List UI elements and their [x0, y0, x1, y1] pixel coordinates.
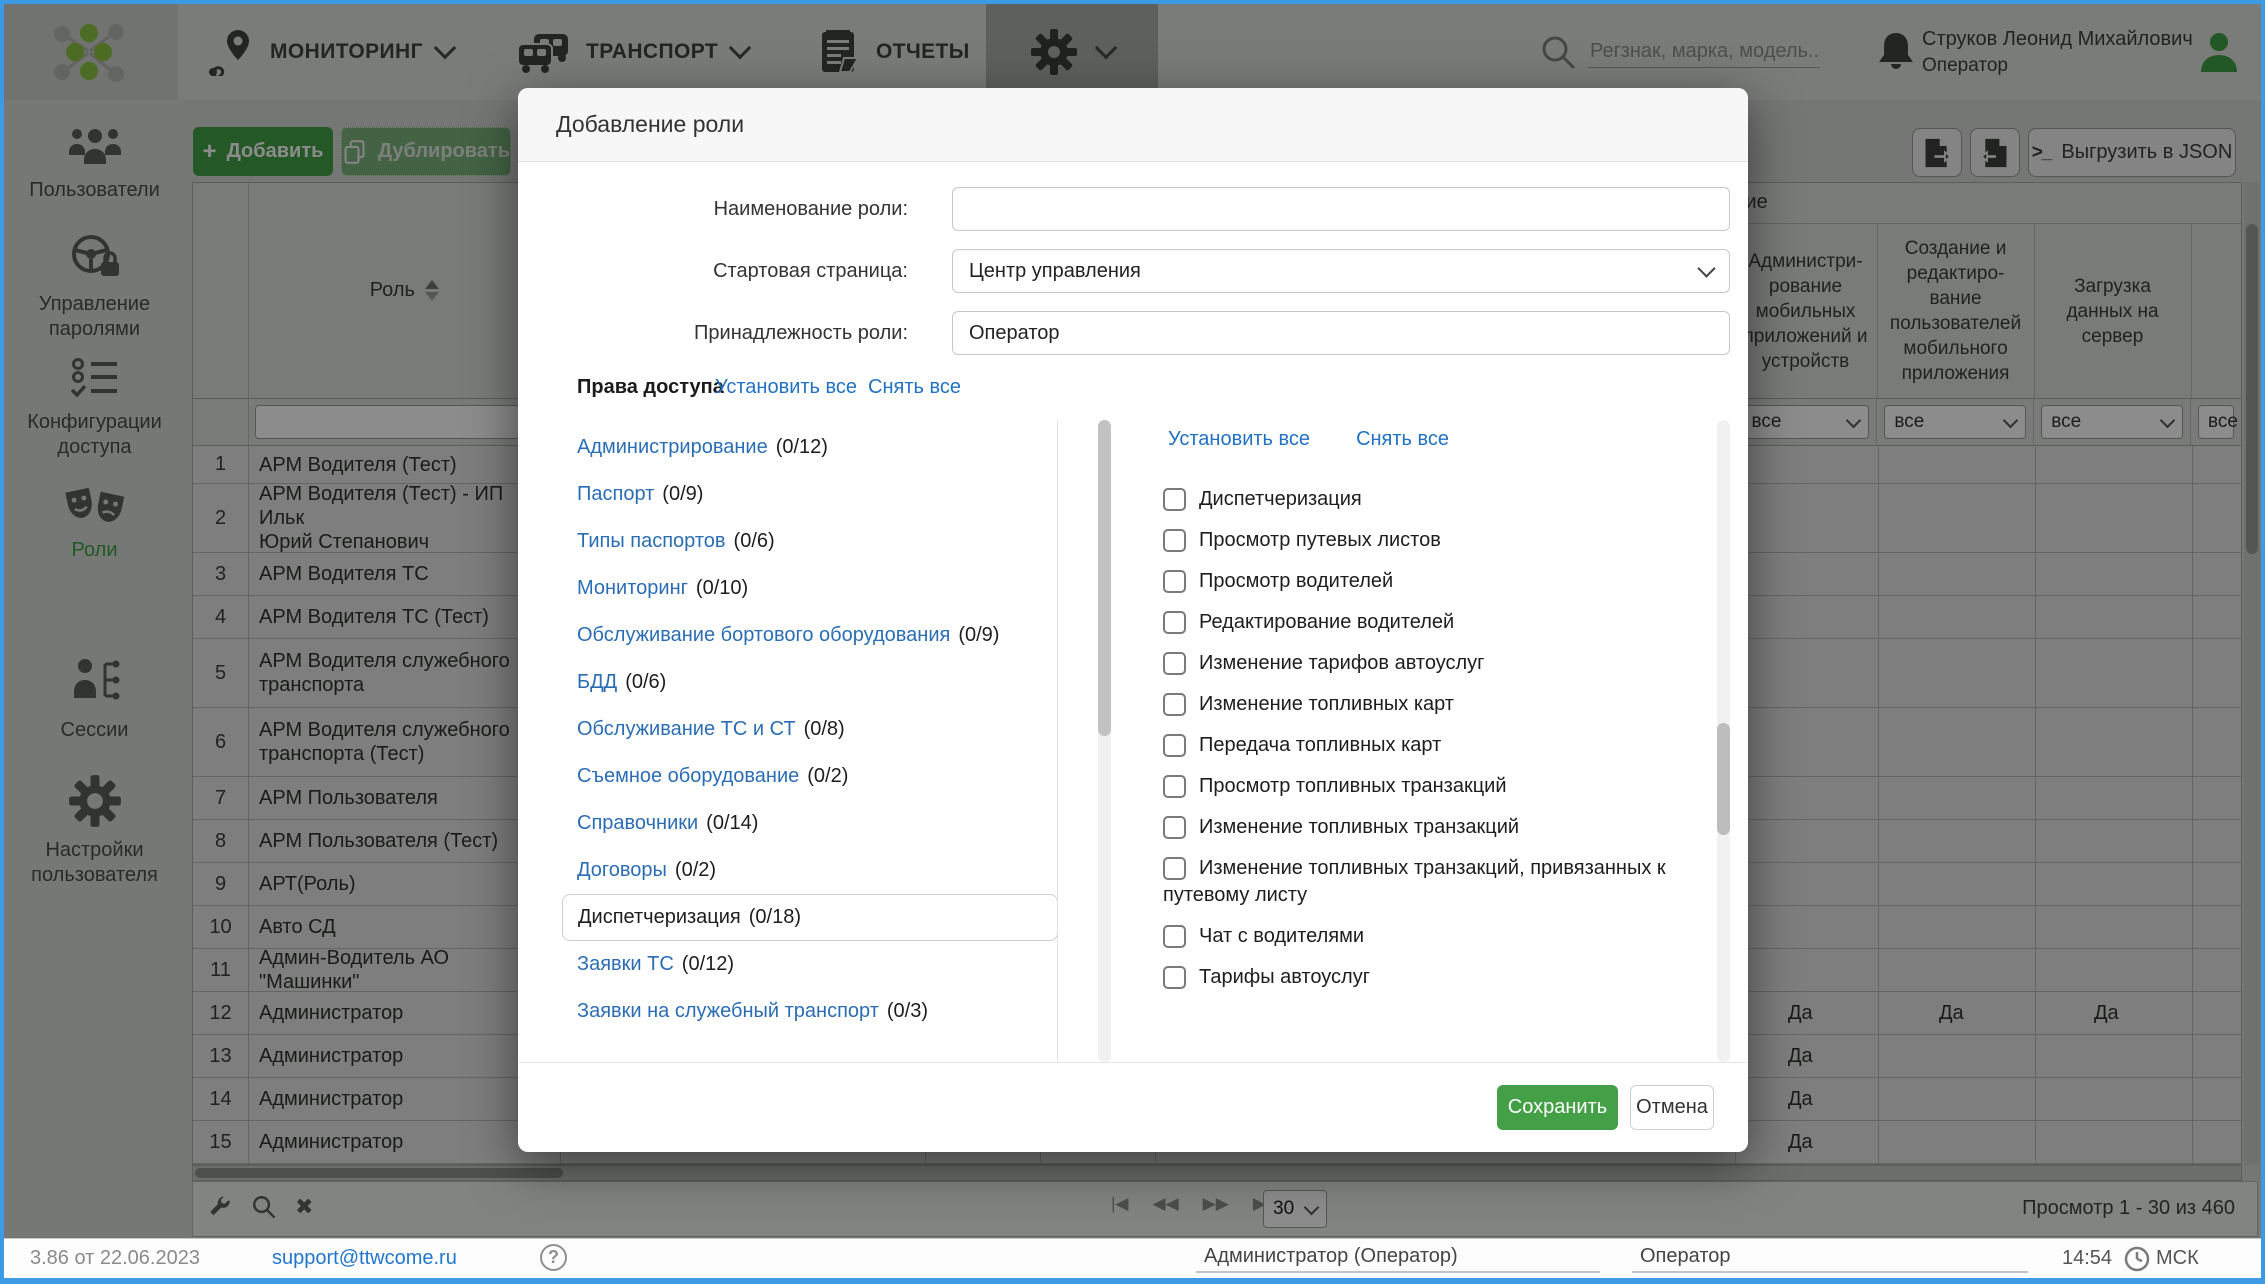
start-page-value: Центр управления [969, 260, 1141, 283]
support-email-link[interactable]: support@ttwcome.ru [272, 1247, 457, 1270]
rights-category-list: Администрирование(0/12) Паспорт(0/9) Тип… [562, 424, 1058, 1035]
permission-item[interactable]: Изменение топливных карт [1163, 691, 1711, 718]
category-item[interactable]: Мониторинг(0/10) [562, 565, 1058, 612]
version-label: 3.86 от 22.06.2023 [30, 1247, 200, 1270]
footer-divider [518, 1062, 1748, 1063]
category-item[interactable]: Заявки ТС(0/12) [562, 941, 1058, 988]
dialog-title: Добавление роли [518, 88, 1748, 162]
window-frame-left [0, 0, 4, 1284]
role-ownership-label: Принадлежность роли: [578, 322, 908, 345]
checkbox[interactable] [1163, 966, 1186, 989]
category-item[interactable]: Паспорт(0/9) [562, 471, 1058, 518]
checkbox[interactable] [1163, 857, 1186, 880]
permission-item[interactable]: Диспетчеризация [1163, 486, 1711, 513]
add-role-dialog: Добавление роли Наименование роли: Старт… [518, 88, 1748, 1152]
category-item[interactable]: Съемное оборудование(0/2) [562, 753, 1058, 800]
permission-item[interactable]: Редактирование водителей [1163, 609, 1711, 636]
status-role-field[interactable]: Администратор (Оператор) [1196, 1242, 1600, 1273]
permission-item[interactable]: Просмотр водителей [1163, 568, 1711, 595]
permissions-scrollbar[interactable] [1717, 420, 1730, 1062]
checkbox[interactable] [1163, 611, 1186, 634]
permission-item[interactable]: Просмотр путевых листов [1163, 527, 1711, 554]
checkbox[interactable] [1163, 652, 1186, 675]
status-timezone: МСК [2156, 1247, 2199, 1270]
status-operator-field[interactable]: Оператор [1632, 1242, 2028, 1273]
permission-item[interactable]: Передача топливных карт [1163, 732, 1711, 759]
category-item[interactable]: Типы паспортов(0/6) [562, 518, 1058, 565]
permission-item[interactable]: Просмотр топливных транзакций [1163, 773, 1711, 800]
permission-item[interactable]: Изменение топливных транзакций, привязан… [1163, 855, 1711, 909]
category-item[interactable]: Договоры(0/2) [562, 847, 1058, 894]
checkbox[interactable] [1163, 775, 1186, 798]
category-item[interactable]: БДД(0/6) [562, 659, 1058, 706]
checkbox[interactable] [1163, 529, 1186, 552]
set-all-categories-link[interactable]: Установить все [715, 376, 857, 399]
permission-item[interactable]: Тарифы автоуслуг [1163, 964, 1711, 991]
permissions-list: Диспетчеризация Просмотр путевых листов … [1163, 486, 1711, 991]
panel-divider [1057, 420, 1058, 1062]
checkbox[interactable] [1163, 925, 1186, 948]
status-time: 14:54 [2062, 1247, 2112, 1270]
chevron-down-icon [1697, 259, 1715, 277]
scrollbar-thumb[interactable] [1098, 420, 1111, 736]
window-frame-top [0, 0, 2265, 4]
window-frame-bottom [0, 1278, 2265, 1284]
role-name-label: Наименование роли: [578, 198, 908, 221]
category-item[interactable]: Обслуживание бортового оборудования(0/9) [562, 612, 1058, 659]
app-screen: МОНИТОРИНГ ТРАНСПОРТ ОТЧЕТЫ [0, 0, 2265, 1284]
clock-icon [2124, 1246, 2150, 1277]
checkbox[interactable] [1163, 734, 1186, 757]
category-item[interactable]: Обслуживание ТС и СТ(0/8) [562, 706, 1058, 753]
window-frame-right [2261, 0, 2265, 1284]
status-b ar: 3.86 от 22.06.2023 support@ttwcome.ru ? … [0, 1238, 2265, 1279]
category-item-selected[interactable]: Диспетчеризация(0/18) [562, 894, 1058, 941]
permission-item[interactable]: Изменение тарифов автоуслуг [1163, 650, 1711, 677]
help-icon[interactable]: ? [540, 1244, 567, 1271]
permission-item[interactable]: Изменение топливных транзакций [1163, 814, 1711, 841]
checkbox[interactable] [1163, 816, 1186, 839]
category-scrollbar[interactable] [1098, 420, 1111, 1062]
unset-all-categories-link[interactable]: Снять все [868, 376, 961, 399]
checkbox[interactable] [1163, 693, 1186, 716]
tab-access-rights[interactable]: Права доступа [577, 376, 724, 399]
checkbox[interactable] [1163, 488, 1186, 511]
checkbox[interactable] [1163, 570, 1186, 593]
role-name-input[interactable] [952, 187, 1730, 231]
category-item[interactable]: Заявки на служебный транспорт(0/3) [562, 988, 1058, 1035]
unset-all-permissions-link[interactable]: Снять все [1356, 428, 1449, 451]
role-ownership-input[interactable] [952, 311, 1730, 355]
cancel-button[interactable]: Отмена [1630, 1085, 1714, 1130]
start-page-label: Стартовая страница: [578, 260, 908, 283]
category-item[interactable]: Администрирование(0/12) [562, 424, 1058, 471]
permission-item[interactable]: Чат с водителями [1163, 923, 1711, 950]
start-page-select[interactable]: Центр управления [952, 249, 1730, 293]
category-item[interactable]: Справочники(0/14) [562, 800, 1058, 847]
set-all-permissions-link[interactable]: Установить все [1168, 428, 1310, 451]
save-button[interactable]: Сохранить [1497, 1085, 1618, 1130]
scrollbar-thumb[interactable] [1717, 723, 1730, 835]
